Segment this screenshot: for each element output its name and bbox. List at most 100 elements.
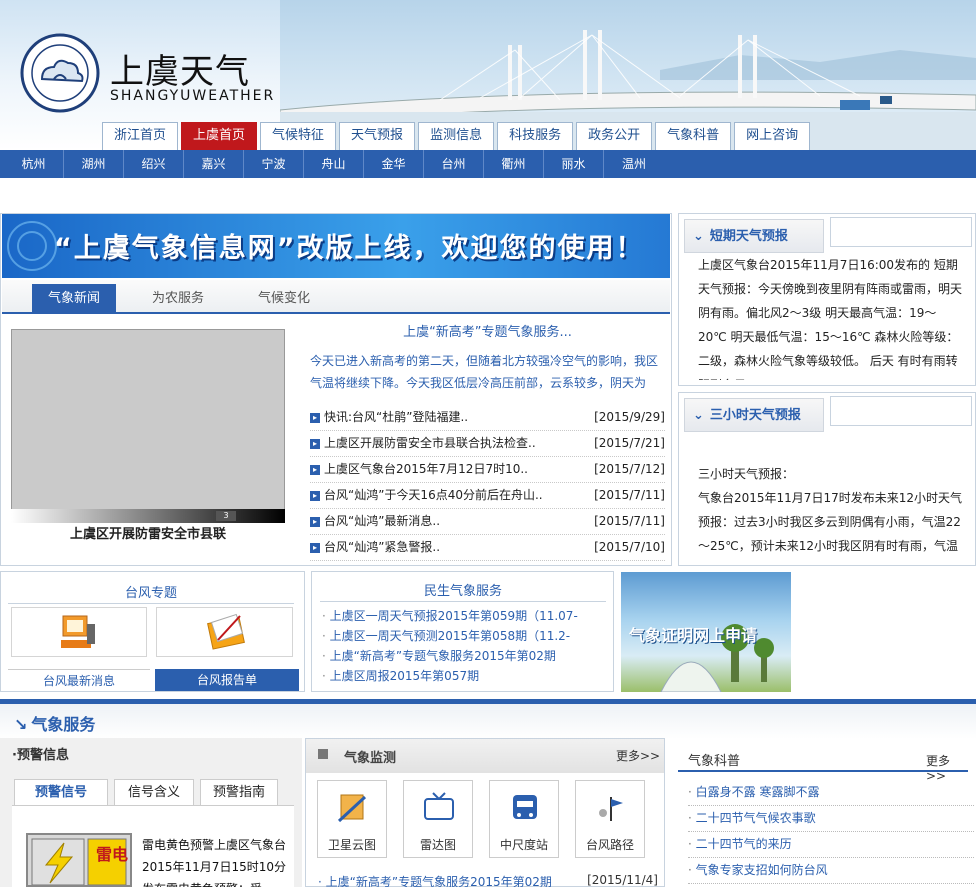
city-link[interactable]: 金华	[364, 150, 424, 178]
lightning-warning-icon[interactable]: 雷电	[26, 833, 132, 887]
news-list: 快讯:台风“杜鹃”登陆福建.. [2015/9/29] 上虞区开展防雷安全市县联合…	[310, 405, 665, 561]
news-title[interactable]: 快讯:台风“杜鹃”登陆福建..	[310, 405, 468, 430]
city-link[interactable]: 温州	[604, 150, 664, 178]
list-item[interactable]: 白露身不露 寒露脚不露	[688, 780, 974, 806]
list-item[interactable]: 上虞区一周天气预报2015年第059期（11.07-	[322, 606, 604, 626]
news-date: [2015/7/10]	[594, 540, 665, 554]
lead-body: 今天已进入新高考的第二天，但随着北方较强冷空气的影响，我区气温将继续下降。今天我…	[310, 354, 659, 390]
city-nav: 杭州 湖州 绍兴 嘉兴 宁波 舟山 金华 台州 衢州 丽水 温州	[0, 150, 976, 178]
news-title[interactable]: 台风“灿鸿”紧急警报..	[310, 535, 440, 560]
satellite-cloud-tile[interactable]: 卫星云图	[317, 780, 387, 858]
news-title[interactable]: 上虞区气象台2015年7月12日7时10..	[310, 457, 528, 482]
tab-climate[interactable]: 气候特征	[260, 122, 337, 150]
satellite-icon	[337, 794, 367, 823]
monitor-more-link[interactable]: 更多>>	[616, 747, 660, 764]
short-forecast-header[interactable]: 短期天气预报	[684, 219, 824, 253]
city-link[interactable]: 衢州	[484, 150, 544, 178]
relaunch-banner[interactable]: “上虞气象信息网”改版上线，欢迎您的使用！	[2, 214, 670, 278]
typhoon-report-tab[interactable]: 台风报告单	[155, 669, 299, 691]
certificate-apply-banner[interactable]: 气象证明网上申请	[621, 572, 791, 692]
monitor-news-title[interactable]: · 上虞“新高考”专题气象服务2015年第02期	[318, 873, 552, 887]
main-nav: 浙江首页 上虞首页 气候特征 天气预报 监测信息 科技服务 政务公开 气象科普 …	[102, 122, 811, 150]
news-date: [2015/7/11]	[594, 514, 665, 528]
minsheng-title[interactable]: 民生气象服务	[320, 582, 606, 602]
popsci-more-link[interactable]: 更多>>	[926, 752, 968, 783]
news-date: [2015/7/11]	[594, 488, 665, 502]
mesoscale-station-tile[interactable]: 中尺度站	[489, 780, 559, 858]
three-hour-header[interactable]: 三小时天气预报	[684, 398, 824, 432]
news-title[interactable]: 上虞区开展防雷安全市县联合执法检查..	[310, 431, 536, 456]
tab-weather-news[interactable]: 气象新闻	[32, 284, 116, 314]
lead-title[interactable]: 上虞“新高考”专题气象服务...	[310, 323, 665, 343]
monitor-title: 气象监测	[344, 751, 397, 766]
list-item[interactable]: 台风“灿鸿”紧急警报.. [2015/7/10]	[310, 535, 665, 561]
city-link[interactable]: 湖州	[64, 150, 124, 178]
popsci-title: 气象科普	[688, 754, 741, 769]
bullet-icon	[318, 749, 328, 759]
service-title: 气象服务	[14, 711, 95, 735]
news-title[interactable]: 台风“灿鸿”于今天16点40分前后在舟山..	[310, 483, 543, 508]
typhoon-report-tile[interactable]	[156, 607, 293, 657]
list-item[interactable]: 气象专家支招如何防台风	[688, 858, 974, 884]
site-subtitle: SHANGYUWEATHER	[110, 88, 276, 104]
tab-consult[interactable]: 网上咨询	[734, 122, 811, 150]
typhoon-track-tile[interactable]: 台风路径	[575, 780, 645, 858]
tab-zhejiang-home[interactable]: 浙江首页	[102, 122, 179, 150]
three-hour-title: 三小时天气预报	[693, 399, 801, 433]
tab-warning-guide[interactable]: 预警指南	[200, 779, 278, 805]
list-item[interactable]: 二十四节气的来历	[688, 832, 974, 858]
city-link[interactable]: 杭州	[4, 150, 64, 178]
list-item[interactable]: 上虞区周报2015年第057期	[322, 666, 604, 686]
tab-signal-meaning[interactable]: 信号含义	[114, 779, 194, 805]
city-link[interactable]: 丽水	[544, 150, 604, 178]
photo-strip	[11, 509, 285, 523]
city-link[interactable]: 绍兴	[124, 150, 184, 178]
station-icon	[513, 795, 537, 819]
three-hour-body: 气象台2015年11月7日17时发布未来12小时天气预报：过去3小时我区多云到阴…	[698, 491, 962, 553]
typhoon-news-tile[interactable]	[11, 607, 147, 657]
warning-sign-text: 雷电	[96, 845, 129, 864]
radar-tile[interactable]: 雷达图	[403, 780, 473, 858]
list-item[interactable]: 上虞区开展防雷安全市县联合执法检查.. [2015/7/21]	[310, 431, 665, 457]
list-item[interactable]: 二十四节气气候农事歌	[688, 806, 974, 832]
list-item[interactable]: 台风“灿鸿”于今天16点40分前后在舟山.. [2015/7/11]	[310, 483, 665, 509]
tab-warning-signal[interactable]: 预警信号	[14, 779, 108, 805]
list-item[interactable]: 上虞区一周天气预测2015年第058期（11.2-	[322, 626, 604, 646]
service-bar	[0, 699, 976, 739]
monitor-header: 气象监测 更多>>	[306, 739, 664, 773]
certificate-text: 气象证明网上申请	[629, 626, 758, 645]
document-folder-icon	[206, 613, 245, 650]
typhoon-title[interactable]: 台风专题	[8, 584, 294, 604]
tab-agri-service[interactable]: 为农服务	[138, 284, 218, 314]
tile-label: 雷达图	[419, 838, 456, 852]
tab-climate-change[interactable]: 气候变化	[244, 284, 324, 314]
radar-tv-icon	[424, 792, 454, 820]
wind-vane-icon	[599, 797, 623, 821]
tab-science[interactable]: 气象科普	[655, 122, 732, 150]
tab-tech-service[interactable]: 科技服务	[497, 122, 574, 150]
site-header: 上虞天气 SHANGYUWEATHER 浙江首页 上虞首页 气候特征 天气预报 …	[0, 0, 976, 150]
city-link[interactable]: 宁波	[244, 150, 304, 178]
warning-text[interactable]: 雷电黄色预警上虞区气象台2015年11月7日15时10分发布雷电黄色预警：受	[142, 834, 292, 887]
list-item[interactable]: 上虞区气象台2015年7月12日7时10.. [2015/7/12]	[310, 457, 665, 483]
tab-gov-affairs[interactable]: 政务公开	[576, 122, 653, 150]
list-item[interactable]: 上虞“新高考”专题气象服务2015年第02期	[322, 646, 604, 666]
city-link[interactable]: 舟山	[304, 150, 364, 178]
typhoon-latest-tab[interactable]: 台风最新消息	[8, 669, 150, 691]
news-title[interactable]: 台风“灿鸿”最新消息..	[310, 509, 440, 534]
tab-shangyu-home[interactable]: 上虞首页	[181, 122, 258, 150]
monitor-news-row[interactable]: · 上虞“新高考”专题气象服务2015年第02期 [2015/11/4]	[318, 873, 658, 887]
photo-caption[interactable]: 上虞区开展防雷安全市县联	[11, 524, 285, 546]
list-item[interactable]: 快讯:台风“杜鹃”登陆福建.. [2015/9/29]	[310, 405, 665, 431]
city-link[interactable]: 嘉兴	[184, 150, 244, 178]
city-link[interactable]: 台州	[424, 150, 484, 178]
photo-index[interactable]: 3	[216, 511, 236, 521]
short-forecast-body: 上虞区气象台2015年11月7日16:00发布的 短期天气预报：今天傍晚到夜里阴…	[698, 258, 963, 380]
weather-logo-icon	[20, 33, 100, 113]
computer-icon	[61, 615, 95, 648]
tab-monitoring[interactable]: 监测信息	[418, 122, 495, 150]
news-photo[interactable]	[11, 329, 285, 523]
news-date: [2015/9/29]	[594, 410, 665, 424]
list-item[interactable]: 台风“灿鸿”最新消息.. [2015/7/11]	[310, 509, 665, 535]
tab-forecast[interactable]: 天气预报	[339, 122, 416, 150]
